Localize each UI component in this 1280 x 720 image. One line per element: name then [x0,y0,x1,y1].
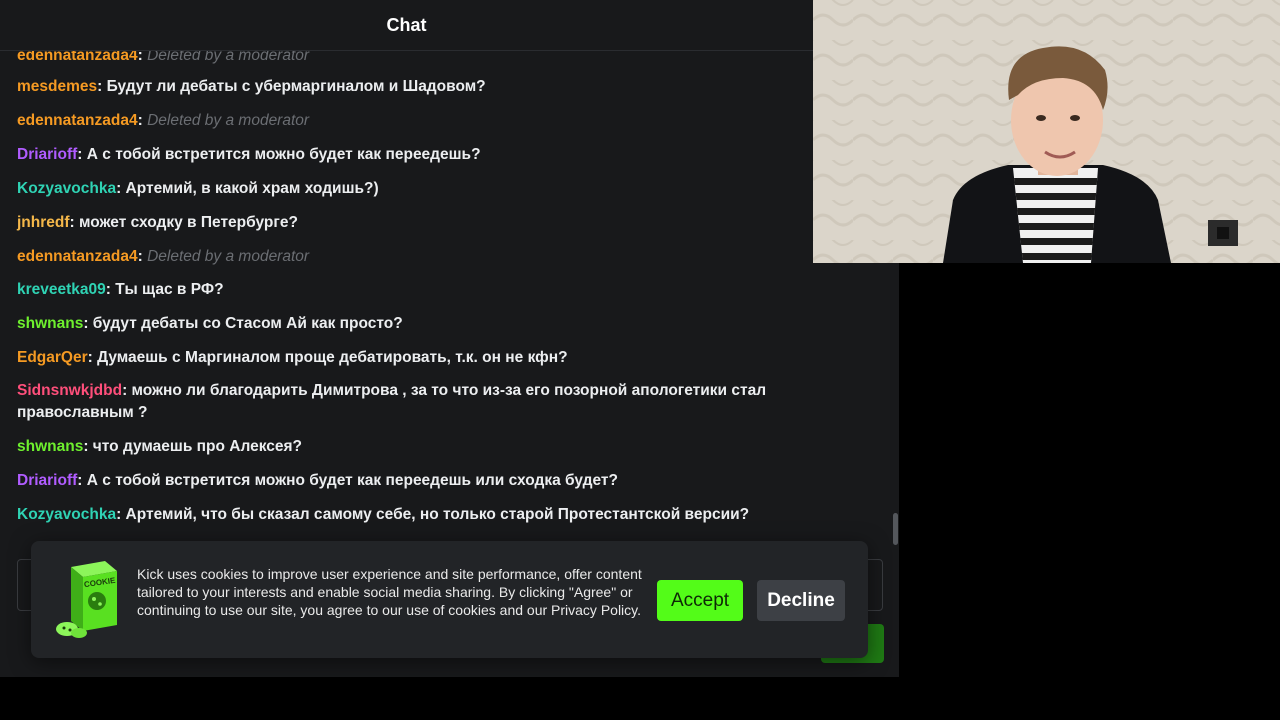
webcam-feed [813,0,1280,263]
chat-separator: : [77,472,87,489]
accept-cookies-button[interactable]: Accept [657,580,743,621]
chat-message: Sidnsnwkjdbd: можно ли благодарить Димит… [17,380,807,424]
deleted-message-text: Deleted by a moderator [147,248,310,265]
chat-message: jnhredf: может сходку в Петербурге? [17,212,807,234]
chat-separator: : [97,78,107,95]
chat-separator: : [137,51,148,64]
chat-message-text: может сходку в Петербурге? [79,214,298,231]
chat-separator: : [77,146,87,163]
chat-title: Chat [386,14,427,35]
chat-message: Driarioff: А с тобой встретится можно бу… [17,144,807,166]
chat-message-text: будут дебаты со Стасом Ай как просто? [92,315,403,332]
chat-message: edennatanzada4: Deleted by a moderator [17,246,807,268]
chat-message-text: что думаешь про Алексея? [92,438,303,455]
chat-separator: : [116,506,126,523]
chat-separator: : [83,315,93,332]
chat-username[interactable]: mesdemes [17,78,97,95]
chat-username[interactable]: jnhredf [17,214,70,231]
chat-message: shwnans: что думаешь про Алексея? [17,436,807,458]
chat-username[interactable]: Driarioff [17,472,77,489]
decline-cookies-button[interactable]: Decline [757,580,845,621]
chat-message: EdgarQer: Думаешь с Маргиналом проще деб… [17,347,807,369]
chat-separator: : [69,214,79,231]
chat-separator: : [116,180,126,197]
chat-message: Kozyavochka: Артемий, что бы сказал само… [17,504,807,526]
chat-username[interactable]: shwnans [17,438,83,455]
webcam-image [813,0,1280,263]
chat-message-text: Будут ли дебаты с убермаргиналом и Шадов… [106,78,486,95]
chat-username[interactable]: edennatanzada4 [17,51,138,64]
chat-username[interactable]: shwnans [17,315,83,332]
screen: Chat edennatanzada4: Deleted by a modera… [0,0,1280,720]
chat-message: edennatanzada4: Deleted by a moderator [17,110,807,132]
chat-separator: : [105,281,116,298]
chat-scrollbar[interactable] [893,513,898,545]
chat-header: Chat [0,0,813,51]
chat-username[interactable]: kreveetka09 [17,281,106,298]
chat-message: shwnans: будут дебаты со Стасом Ай как п… [17,313,807,335]
chat-username[interactable]: Kozyavochka [17,506,116,523]
deleted-message-text: Deleted by a moderator [147,112,310,129]
chat-separator: : [83,438,93,455]
chat-separator: : [122,382,132,399]
chat-message: Driarioff: А с тобой встретится можно бу… [17,470,807,492]
chat-message-list[interactable]: edennatanzada4: Deleted by a moderator me… [0,51,890,541]
chat-username[interactable]: EdgarQer [17,349,88,366]
cookie-notice-text: Kick uses cookies to improve user experi… [137,566,642,618]
chat-message-text: Артемий, в какой храм ходишь?) [125,180,379,197]
chat-separator: : [87,349,98,366]
chat-message-text: Ты щас в РФ? [115,281,224,298]
cookie-box-icon: COOKIE [56,561,117,638]
chat-separator: : [137,112,148,129]
chat-message-text: А с тобой встретится можно будет как пер… [86,146,481,163]
chat-message-text: Думаешь с Маргиналом проще дебатировать,… [97,349,568,366]
chat-username[interactable]: edennatanzada4 [17,112,138,129]
chat-message: mesdemes: Будут ли дебаты с убермаргинал… [17,76,807,98]
chat-message: Kozyavochka: Артемий, в какой храм ходиш… [17,178,807,200]
chat-username[interactable]: Sidnsnwkjdbd [17,382,122,399]
chat-username[interactable]: Driarioff [17,146,77,163]
chat-username[interactable]: Kozyavochka [17,180,116,197]
chat-separator: : [137,248,148,265]
deleted-message-text: Deleted by a moderator [147,51,310,64]
chat-message: edennatanzada4: Deleted by a moderator [17,51,807,67]
chat-message: kreveetka09: Ты щас в РФ? [17,279,807,301]
cookie-banner: COOKIE Kick uses cookies to improve user… [31,541,868,658]
chat-message-text: Артемий, что бы сказал самому себе, но т… [125,506,750,523]
chat-message-text: А с тобой встретится можно будет как пер… [86,472,618,489]
chat-username[interactable]: edennatanzada4 [17,248,138,265]
